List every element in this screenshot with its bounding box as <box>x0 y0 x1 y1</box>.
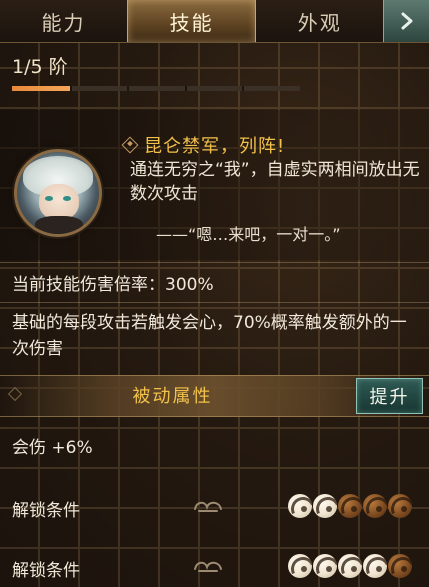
passive-stat: 会伤 +6% <box>12 438 93 458</box>
tier-label: 1/5 阶 <box>12 56 68 78</box>
tier-divider <box>127 86 129 91</box>
tier-progress-bar <box>12 86 300 91</box>
taiji-bead-icon <box>338 554 362 578</box>
avatar-face <box>39 184 79 220</box>
damage-rate-text: 当前技能伤害倍率：300% <box>12 275 214 295</box>
skill-title-row: 昆仑禁军，列阵! <box>121 132 286 158</box>
character-avatar <box>14 149 102 237</box>
cloud-ornament-icon <box>194 561 222 572</box>
tab-appearance[interactable]: 外观 <box>256 0 383 42</box>
passive-title: 被动属性 <box>132 386 213 407</box>
avatar-eye <box>63 196 71 201</box>
taiji-bead-icon <box>363 494 387 518</box>
taiji-bead-icon <box>388 494 412 518</box>
extra-effect-text: 基础的每段攻击若触发会心，70%概率触发额外的一次伤害 <box>12 313 407 359</box>
tab-skills[interactable]: 技能 <box>127 0 257 42</box>
tier-divider <box>242 86 244 91</box>
tier-progress-fill <box>12 86 70 91</box>
upgrade-button[interactable]: 提升 <box>356 378 423 414</box>
taiji-bead-icon <box>338 494 362 518</box>
cloud-ornament-icon <box>194 501 222 512</box>
divider <box>0 302 429 303</box>
unlock-label: 解锁条件 <box>12 561 80 581</box>
unlock-row: 解锁条件 <box>0 546 429 586</box>
tier-divider <box>70 86 72 91</box>
skill-title: 昆仑禁军，列阵! <box>144 136 286 157</box>
taiji-bead-icon <box>313 494 337 518</box>
divider <box>0 262 429 263</box>
avatar-eye <box>45 196 53 201</box>
tier-divider <box>185 86 187 91</box>
avatar-collar <box>35 216 83 234</box>
unlock-beads <box>288 554 412 578</box>
tab-abilities[interactable]: 能力 <box>0 0 127 42</box>
skill-quote: ——“嗯…来吧，一对一。” <box>156 225 341 244</box>
chevron-right-icon <box>401 12 413 30</box>
taiji-bead-icon <box>313 554 337 578</box>
unlock-beads <box>288 494 412 518</box>
tab-bar: 能力 技能 外观 <box>0 0 429 43</box>
skill-description: 通连无穷之“我”，自虚实两相间放出无数次攻击 <box>130 160 420 204</box>
next-tab-button[interactable] <box>383 0 429 42</box>
taiji-bead-icon <box>363 554 387 578</box>
unlock-label: 解锁条件 <box>12 501 80 521</box>
taiji-bead-icon <box>388 554 412 578</box>
diamond-icon <box>121 136 139 154</box>
taiji-bead-icon <box>288 554 312 578</box>
unlock-row: 解锁条件 <box>0 486 429 526</box>
taiji-bead-icon <box>288 494 312 518</box>
